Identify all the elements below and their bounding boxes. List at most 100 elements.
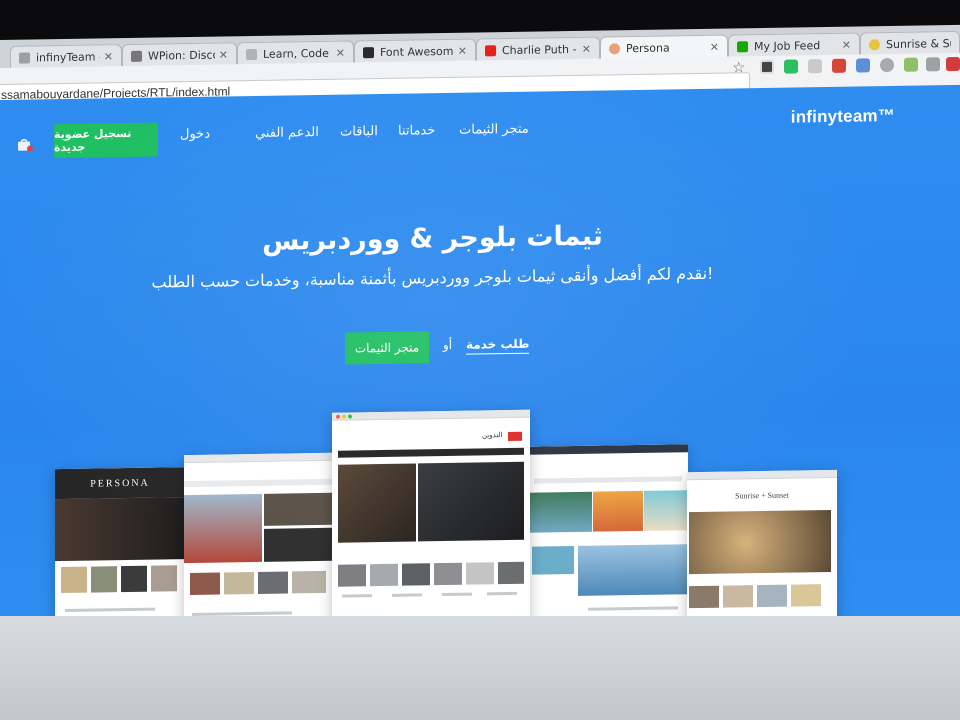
thumb-photo [791, 584, 821, 607]
thumb-photo [190, 572, 220, 596]
close-tab-icon[interactable]: ✕ [710, 41, 719, 54]
page-favicon-icon [19, 52, 30, 64]
new-badge-extension-icon[interactable] [946, 56, 960, 72]
blog-theme-preview[interactable] [184, 452, 332, 640]
tab-label: Learn, Code and [263, 46, 332, 61]
side-photo [264, 527, 332, 562]
photo-waterfall [528, 491, 592, 533]
gmail-extension-icon[interactable] [832, 58, 846, 73]
star-favicon-icon [131, 50, 142, 62]
request-service-link[interactable]: طلب خدمة [466, 336, 530, 355]
tab-label: Font Awesome Ico [380, 44, 454, 60]
thumb-photo [151, 565, 177, 592]
photo-bridge [578, 544, 688, 596]
text-line [392, 593, 422, 597]
hero-subtitle: نقدم لكم أفضل وأنقى ثيمات بلوجر ووردبريس… [151, 263, 714, 292]
center-brand: التدوين [482, 431, 503, 440]
tab-label: WPion: Discover [148, 48, 215, 63]
thumb-photo [757, 584, 787, 608]
thumb-photo [224, 572, 254, 595]
nav-services[interactable]: خدماتنا [398, 123, 435, 139]
bookmark-star-icon[interactable]: ☆ [732, 58, 745, 76]
close-tab-icon[interactable]: ✕ [842, 39, 851, 52]
link-extension-icon[interactable] [808, 59, 822, 74]
persona-favicon-icon [609, 43, 620, 55]
thumb-photo [121, 565, 147, 593]
youtube-favicon-icon [485, 45, 496, 57]
tab-label: Sunrise & Suns [886, 37, 951, 52]
hero-photo [184, 493, 262, 564]
tab-label: Charlie Puth - Att [502, 42, 578, 58]
tools-extension-icon[interactable] [926, 57, 940, 72]
thumb-photo [402, 563, 430, 586]
window-bar [687, 469, 837, 481]
nav-plans[interactable]: الباقات [340, 124, 378, 140]
nav-support[interactable]: الدعم الفني [255, 125, 319, 141]
thumb-photo [61, 566, 87, 594]
thumb-photo [466, 562, 494, 585]
tab-label: infinyTeam - سيرة [36, 50, 100, 65]
hero-title: ثيمات بلوجر & ووردبريس [262, 220, 603, 257]
text-line [442, 592, 472, 597]
evernote-extension-icon[interactable] [784, 59, 798, 74]
thumb-photo [532, 545, 574, 575]
or-text: أو [443, 337, 453, 353]
photo-beach [644, 490, 688, 531]
text-line [487, 591, 517, 596]
persona-title: PERSONA [90, 477, 150, 490]
text-line [588, 606, 678, 611]
close-tab-icon[interactable]: ✕ [219, 48, 228, 61]
site-logo[interactable]: infinyteam™ [791, 106, 895, 128]
screenshot-extension-icon[interactable] [856, 58, 870, 73]
thumb-photo [689, 585, 719, 609]
signup-button[interactable]: تسجيل عضوية جديدة [54, 122, 158, 159]
text-line [65, 607, 155, 612]
nav-strip [184, 478, 332, 488]
flag-favicon-icon [363, 47, 374, 59]
tab-label: Persona [626, 41, 670, 56]
thumb-photo [258, 571, 288, 594]
food-photo [689, 509, 831, 575]
sunrise-theme-preview[interactable]: Sunrise + Sunset [687, 469, 837, 640]
nav-strip [534, 476, 682, 484]
travel-theme-preview[interactable] [528, 444, 688, 640]
text-line [342, 594, 372, 598]
web-page: infinyteam™ متجر الثيمات خدماتنا الباقات… [0, 84, 960, 640]
close-tab-icon[interactable]: ✕ [336, 47, 345, 60]
thumb-photo [370, 563, 398, 587]
thumb-photo [292, 570, 326, 594]
upwork-favicon-icon [737, 41, 748, 53]
close-tab-icon[interactable]: ✕ [458, 45, 467, 58]
thumb-photo [91, 566, 117, 593]
side-photo [264, 492, 332, 526]
hero-photo [338, 463, 416, 543]
blogger-theme-preview[interactable]: التدوين [332, 409, 530, 640]
persona-theme-preview[interactable]: PERSONA [55, 467, 185, 640]
cart-icon[interactable] [16, 137, 34, 152]
sunrise-title: Sunrise + Sunset [735, 490, 789, 501]
close-tab-icon[interactable]: ✕ [104, 50, 113, 63]
window-bar [184, 452, 332, 464]
thumb-photo [498, 561, 524, 585]
close-tab-icon[interactable]: ✕ [582, 43, 591, 56]
nav-login[interactable]: دخول [180, 127, 210, 142]
brand-badge [508, 431, 522, 442]
thumb-photo [338, 564, 366, 587]
nav-store[interactable]: متجر الثيمات [459, 122, 529, 138]
screen: infinyTeam - سيرة ✕ WPion: Discover ✕ Le… [0, 0, 960, 720]
thumb-photo [723, 585, 753, 608]
hero-photo [55, 497, 185, 562]
notion-extension-icon[interactable] [760, 59, 774, 75]
monitor-bezel-reflection [0, 616, 960, 720]
window-bar [332, 409, 530, 421]
hero-photo [418, 461, 524, 542]
window-bar-dark [528, 444, 688, 455]
cloud-extension-icon[interactable] [880, 57, 894, 73]
photo-sunset [593, 490, 643, 532]
tab-label: My Job Feed [754, 39, 821, 54]
theme-store-button[interactable]: متجر الثيمات [345, 331, 429, 365]
code-favicon-icon [246, 48, 257, 61]
sunrise-favicon-icon [869, 39, 880, 51]
plus-extension-icon[interactable] [904, 57, 918, 72]
nav-strip [338, 447, 524, 458]
